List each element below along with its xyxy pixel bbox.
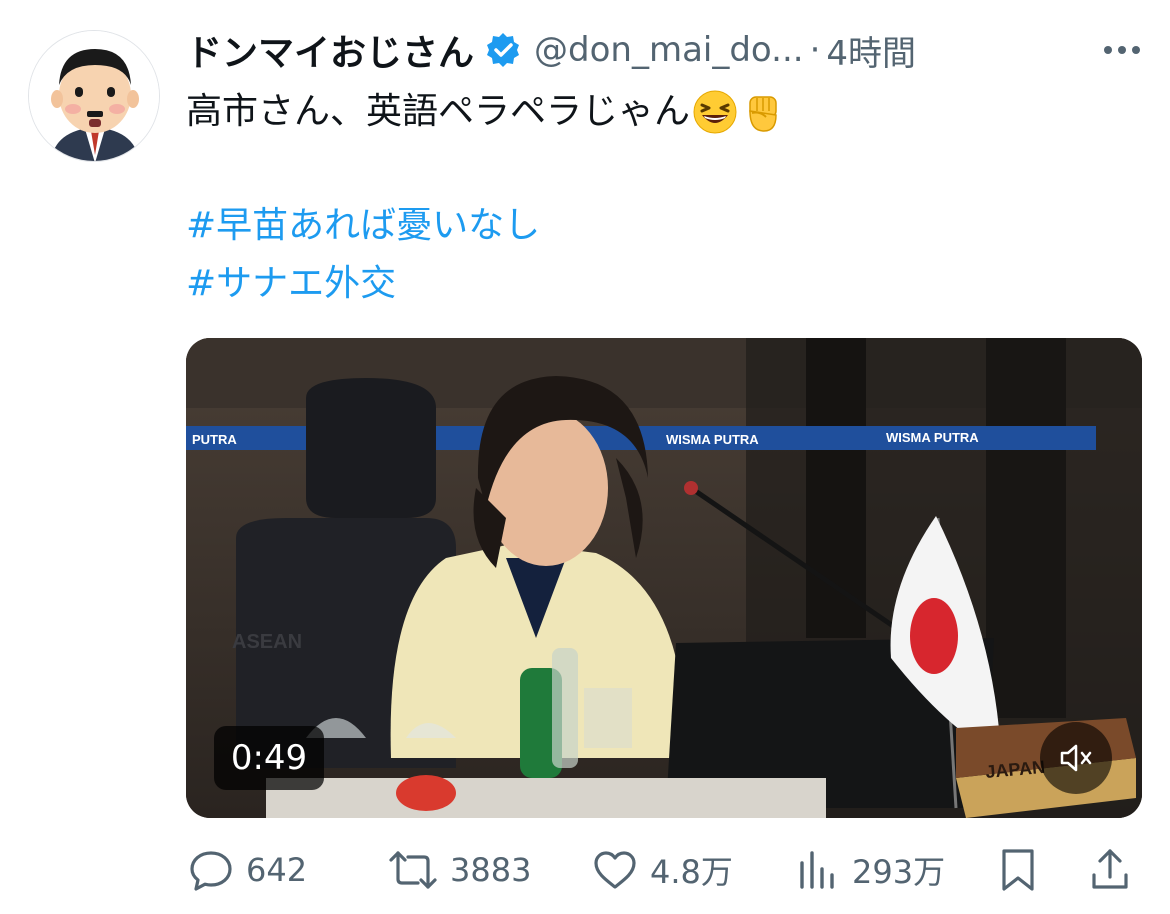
- tweet-actions: 642 3883 4.8万 293万: [0, 840, 1170, 900]
- like-count: 4.8万: [650, 853, 733, 891]
- tweet-timestamp[interactable]: 4時間: [826, 26, 916, 75]
- asean-logo-text: ASEAN: [232, 631, 302, 653]
- views-chart-icon: [800, 851, 834, 889]
- like-button[interactable]: 4.8万: [592, 840, 733, 900]
- tweet-text: 高市さん、英語ペラペラじゃん: [186, 88, 786, 136]
- reply-count: 642: [246, 851, 308, 889]
- hashtag-link[interactable]: #サナエ外交: [186, 260, 396, 308]
- banner-text: PUTRA: [192, 432, 237, 447]
- bookmark-button[interactable]: [996, 840, 1040, 900]
- avatar[interactable]: [28, 30, 160, 162]
- verified-badge-icon: [484, 31, 522, 69]
- bookmark-icon: [1002, 849, 1034, 891]
- view-count: 293万: [852, 853, 946, 891]
- tweet-header: ドンマイおじさん @don_mai_do... · 4時間: [186, 24, 916, 76]
- banner-text: WISMA PUTRA: [886, 430, 979, 445]
- heart-icon: [594, 851, 636, 889]
- user-handle[interactable]: @don_mai_do...: [534, 30, 804, 70]
- video-player[interactable]: PUTRA WISMA PUTRA WISMA PUTRA ASEAN JAPA…: [186, 338, 1142, 818]
- video-frame: PUTRA WISMA PUTRA WISMA PUTRA ASEAN JAPA…: [186, 338, 1142, 818]
- tweet-text-body: 高市さん、英語ペラペラじゃん: [186, 91, 691, 132]
- display-name[interactable]: ドンマイおじさん: [186, 24, 474, 76]
- retweet-icon: [389, 851, 437, 889]
- reply-icon: [190, 851, 232, 891]
- separator-dot: ·: [809, 30, 821, 70]
- speaker-muted-icon: [1060, 744, 1092, 772]
- cartoon-man-avatar-icon: [29, 31, 159, 161]
- banner-text: WISMA PUTRA: [666, 432, 759, 447]
- video-duration-badge: 0:49: [214, 726, 324, 790]
- more-options-icon[interactable]: [1096, 30, 1148, 70]
- retweet-count: 3883: [450, 851, 532, 889]
- grinning-squinting-face-icon: [692, 89, 738, 135]
- raised-fist-icon: [740, 89, 786, 135]
- mute-toggle-button[interactable]: [1040, 722, 1112, 794]
- retweet-button[interactable]: 3883: [388, 840, 531, 900]
- views-button[interactable]: 293万: [796, 840, 945, 900]
- share-icon: [1092, 849, 1128, 889]
- reply-button[interactable]: 642: [188, 840, 307, 900]
- hashtag-link[interactable]: #早苗あれば憂いなし: [186, 202, 540, 250]
- share-button[interactable]: [1088, 840, 1132, 900]
